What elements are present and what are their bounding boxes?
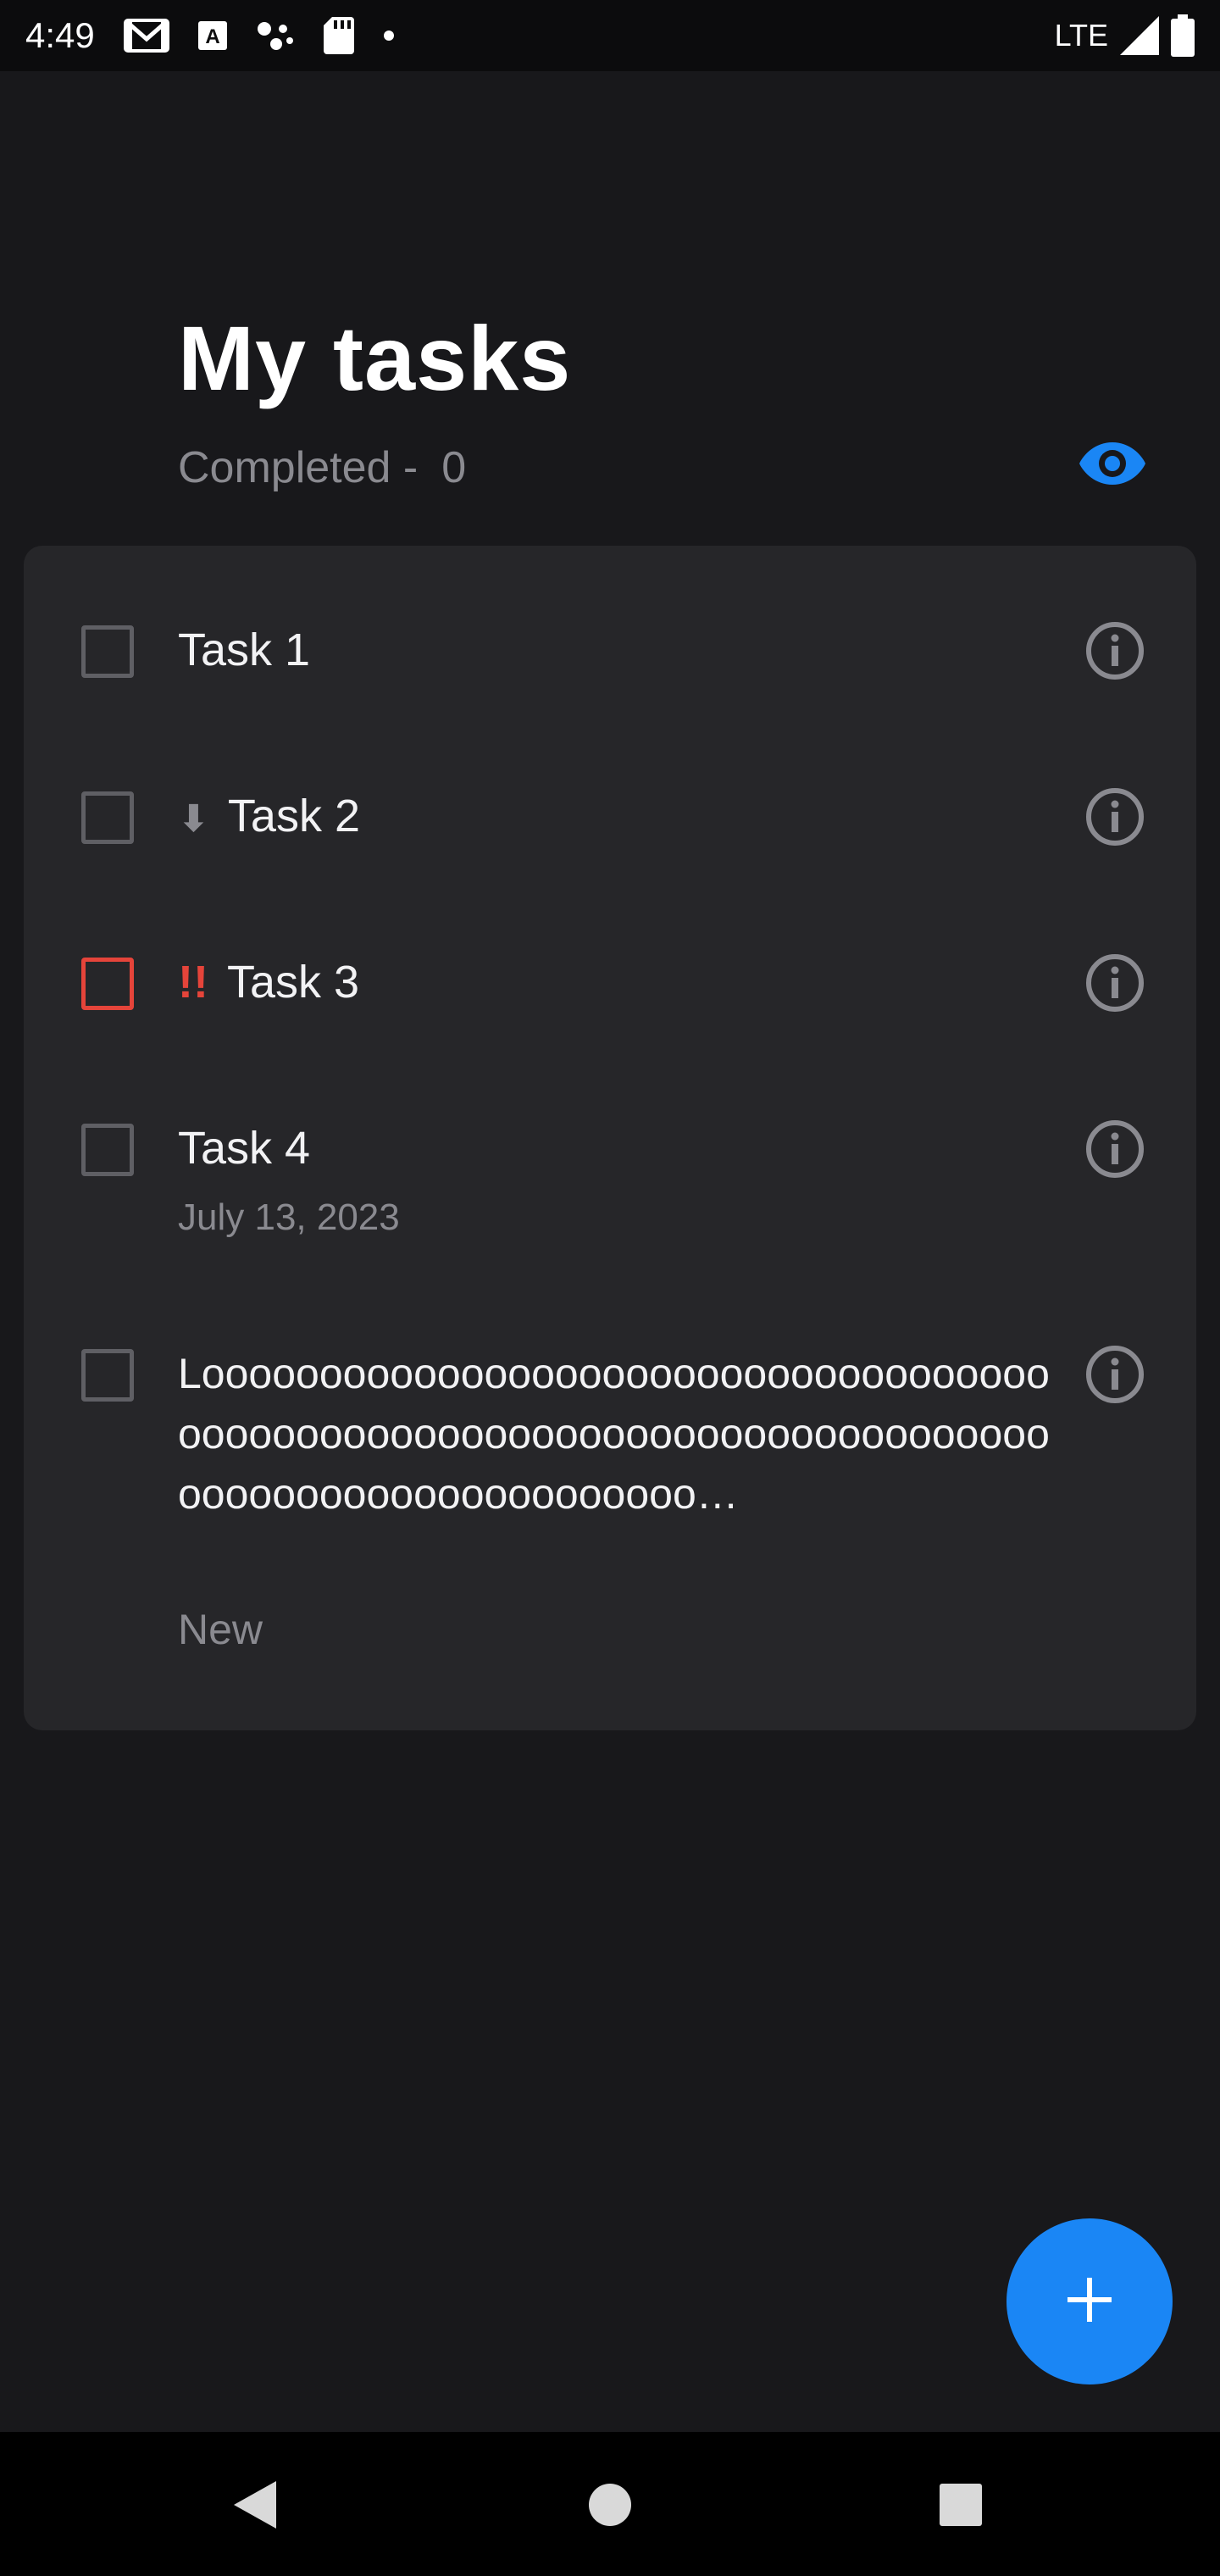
info-icon <box>1084 952 1145 1018</box>
task-info-button[interactable] <box>1081 951 1149 1019</box>
task-list-card: Task 1 ⬇ Task 2 !! Task 3 Task 4 July 13… <box>24 546 1196 1730</box>
home-circle-icon <box>587 2482 633 2532</box>
info-icon <box>1084 786 1145 852</box>
status-time: 4:49 <box>25 15 95 55</box>
task-checkbox[interactable] <box>81 958 134 1010</box>
page-title: My tasks <box>178 307 572 409</box>
nav-home-button[interactable] <box>568 2464 652 2549</box>
task-title: Looooooooooooooooooooooooooooooooooooooo… <box>178 1350 1050 1518</box>
plus-icon <box>1066 2276 1113 2328</box>
svg-text:A: A <box>205 25 219 48</box>
sd-card-icon <box>323 17 354 54</box>
back-triangle-icon <box>230 2479 278 2534</box>
gmail-icon <box>123 19 169 53</box>
task-title: Task 3 <box>227 957 360 1008</box>
completed-label: Completed - <box>178 443 419 492</box>
task-title: Task 2 <box>227 791 360 841</box>
info-icon <box>1084 1119 1145 1184</box>
eye-icon <box>1079 441 1146 491</box>
recents-square-icon <box>938 2482 984 2532</box>
info-icon <box>1084 1344 1145 1409</box>
task-checkbox[interactable] <box>81 1349 134 1402</box>
status-bar: 4:49 A LTE <box>0 0 1220 71</box>
font-app-icon: A <box>197 21 227 50</box>
show-completed-button[interactable] <box>1078 430 1147 500</box>
system-navigation-bar <box>0 2432 1220 2576</box>
task-title: Task 1 <box>178 625 311 675</box>
task-checkbox[interactable] <box>81 1124 134 1176</box>
high-priority-icon: !! <box>178 957 208 1008</box>
completed-count: 0 <box>441 443 467 492</box>
nav-recents-button[interactable] <box>918 2464 1003 2549</box>
nav-back-button[interactable] <box>212 2464 297 2549</box>
low-priority-icon: ⬇ <box>178 798 209 840</box>
signal-icon <box>1120 16 1159 55</box>
battery-icon <box>1171 14 1195 57</box>
new-task-input[interactable]: New <box>178 1605 263 1654</box>
task-title: Task 4 <box>178 1123 311 1174</box>
task-title-wrap: !! Task 3 <box>178 956 359 1008</box>
page-header: My tasks <box>178 305 571 411</box>
task-info-button[interactable] <box>1081 785 1149 852</box>
task-title-wrap: ⬇ Task 2 <box>178 790 360 842</box>
task-info-button[interactable] <box>1081 619 1149 686</box>
network-type: LTE <box>1054 18 1108 53</box>
info-icon <box>1084 620 1145 686</box>
task-info-button[interactable] <box>1081 1342 1149 1410</box>
add-task-button[interactable] <box>1006 2218 1173 2384</box>
task-checkbox[interactable] <box>81 625 134 678</box>
notification-dot-icon <box>383 30 395 42</box>
task-checkbox[interactable] <box>81 791 134 844</box>
assistant-dots-icon <box>256 19 295 53</box>
task-info-button[interactable] <box>1081 1117 1149 1185</box>
completed-counter: Completed - 0 <box>178 442 466 493</box>
task-due-date: July 13, 2023 <box>178 1196 400 1238</box>
